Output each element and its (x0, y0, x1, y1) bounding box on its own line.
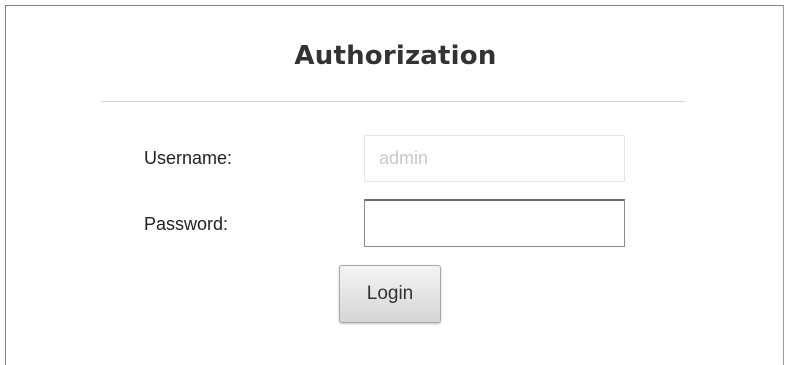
title-divider (101, 101, 685, 102)
password-input[interactable] (364, 199, 625, 247)
username-input[interactable] (364, 135, 625, 182)
auth-panel: Authorization Username: Password: Login (5, 5, 784, 365)
login-button[interactable]: Login (339, 265, 441, 323)
username-label: Username: (144, 148, 233, 168)
page-title: Authorization (294, 41, 497, 71)
password-label: Password: (144, 214, 229, 234)
